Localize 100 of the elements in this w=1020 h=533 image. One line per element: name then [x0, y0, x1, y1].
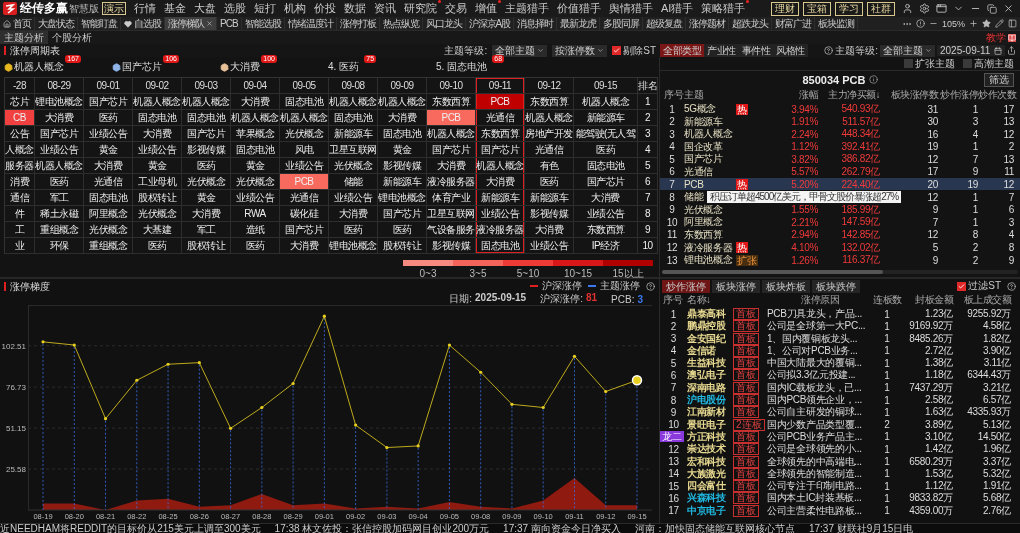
news-item[interactable]: 17:37 南向资金今日净买入 — [503, 522, 621, 533]
menu-item[interactable]: AI猎手 — [661, 1, 694, 16]
menu-item[interactable]: 资讯 — [374, 1, 396, 16]
stock-name[interactable]: 深南电路 — [687, 380, 726, 395]
column-header[interactable]: 08-29 — [35, 78, 84, 94]
top-button[interactable]: 宝箱 — [803, 1, 831, 16]
sub-tab[interactable]: 个股分析 — [48, 31, 96, 44]
tutorial-link[interactable]: 教学 — [986, 30, 1006, 45]
column-header[interactable]: 封板金额 — [901, 293, 953, 307]
menu-item[interactable]: 行情 — [134, 1, 156, 16]
type-tab[interactable]: 产业性 — [704, 44, 739, 57]
column-header[interactable]: 09-01 — [84, 78, 133, 94]
table-row[interactable]: 7 PCB 热 5.20% 224.40亿 20 19 12 — [660, 177, 1020, 191]
tab[interactable]: 涨停题材 — [686, 17, 730, 30]
tab[interactable]: 涨停打板 — [336, 17, 380, 30]
tab[interactable]: 风口龙头 — [422, 17, 466, 30]
tab[interactable]: 板块炸板 — [762, 279, 810, 293]
column-header[interactable]: -28 — [5, 78, 35, 94]
column-header[interactable]: 板上成交额 — [953, 293, 1011, 307]
tab[interactable]: PCB — [217, 17, 242, 30]
stock-name[interactable]: 澳弘电子 — [687, 368, 726, 383]
menu-item[interactable]: 主题猎手 — [505, 1, 549, 16]
date-field[interactable]: 2025-09-11 — [937, 45, 1005, 56]
table-row[interactable]: 2 新能源车 1.91% 511.57亿 30 3 13 — [660, 114, 1020, 128]
menu-item[interactable]: 舆情猎手 — [609, 1, 653, 16]
menu-item[interactable]: 策略猎手 — [701, 1, 746, 16]
tab[interactable]: 最新龙虎 — [557, 17, 601, 30]
menu-item[interactable]: 研究院 — [404, 1, 437, 16]
tab[interactable]: 消息择时 — [514, 17, 558, 30]
table-row[interactable]: 10 阿里概念 2.21% 147.59亿 7 1 3 — [660, 215, 1020, 228]
stock-name[interactable]: 金安国纪 — [687, 331, 726, 346]
table-row[interactable]: 12 液冷服务器 热 4.10% 132.02亿 5 2 8 — [660, 240, 1020, 254]
column-header[interactable]: 连板数 — [873, 293, 901, 307]
news-item[interactable]: 17:38 林文佐投：张信控股加码网目创业200万元 — [274, 522, 490, 533]
tab[interactable]: 涨停梯队 — [165, 17, 217, 30]
column-header[interactable]: 主力净买额↓ — [818, 88, 880, 102]
stock-name[interactable]: 宏和科技 — [687, 454, 726, 469]
menu-item[interactable]: 价值猎手 — [557, 1, 601, 16]
tab[interactable]: 板块跌停 — [812, 279, 860, 293]
top-button[interactable]: 理财 — [771, 1, 799, 16]
table-row[interactable]: 13 锂电池概念 扩张 1.26% 116.37亿 9 2 9 — [660, 253, 1020, 266]
type-tab[interactable]: 全部类型 — [660, 44, 704, 57]
level-select[interactable]: 全部主题 — [492, 44, 548, 57]
menu-item[interactable]: 交易 — [445, 1, 467, 16]
column-header[interactable]: 炒作涨停 — [938, 88, 978, 102]
column-header[interactable]: 09-03 — [182, 78, 231, 94]
stock-name[interactable]: 中京电子 — [687, 503, 726, 518]
top-button[interactable]: 学习 — [835, 1, 863, 16]
tab[interactable]: 热点纵览 — [379, 17, 423, 30]
sort-select[interactable]: 按涨停数 — [552, 44, 608, 57]
column-header[interactable]: 09-09 — [378, 78, 427, 94]
news-item[interactable]: 17:37 财联社9月15日电 — [808, 522, 914, 533]
stock-name[interactable]: 崇达技术 — [687, 442, 726, 457]
menu-item[interactable]: 机构 — [284, 1, 306, 16]
table-row[interactable]: 5 国产芯片 3.82% 386.82亿 12 7 13 — [660, 152, 1020, 165]
column-header[interactable]: 09-05 — [280, 78, 329, 94]
menu-item[interactable]: 增值 — [475, 1, 497, 16]
stock-name[interactable]: 方正科技 — [687, 429, 726, 444]
table-row[interactable]: 6 光通信 5.57% 262.79亿 17 9 11 — [660, 164, 1020, 178]
tab[interactable]: 超级复盘 — [643, 17, 687, 30]
column-header[interactable]: 板块涨停数 — [880, 88, 938, 102]
menu-item[interactable]: 数据 — [344, 1, 366, 16]
news-item[interactable]: 河南：加快固态储能互联网核心节点 — [634, 522, 795, 533]
table-row[interactable]: 4 国企改革 1.12% 392.41亿 19 1 2 — [660, 139, 1020, 153]
stock-name[interactable]: 景旺电子 — [687, 417, 726, 432]
tab[interactable]: 大盘状态 — [35, 17, 78, 30]
tab[interactable]: 沪深京A股 — [465, 17, 515, 30]
level-select[interactable]: 全部主题 — [880, 44, 935, 57]
tab[interactable]: 情绪温度计 — [284, 17, 337, 30]
column-header[interactable]: 09-11 — [476, 78, 525, 94]
filter-button[interactable]: 筛选 — [984, 73, 1014, 87]
menu-item[interactable]: 短打 — [254, 1, 276, 16]
table-row[interactable]: 1 5G概念 热 3.94% 540.93亿 31 1 17 — [660, 102, 1020, 115]
tab[interactable]: 超跌龙头 — [729, 17, 773, 30]
tab[interactable]: 智能盯盘 — [78, 17, 121, 30]
type-tab[interactable]: 事件性 — [738, 44, 773, 57]
column-header[interactable]: 09-04 — [231, 78, 280, 94]
stock-name[interactable]: 江南新材 — [687, 405, 726, 420]
column-header[interactable]: 09-10 — [427, 78, 476, 94]
type-tab[interactable]: 风格性 — [773, 44, 808, 57]
table-row[interactable]: 11 东数西算 2.94% 142.85亿 12 8 4 — [660, 227, 1020, 241]
table-row[interactable]: 3 机器人概念 2.24% 448.34亿 16 4 12 — [660, 127, 1020, 140]
column-header[interactable]: 涨幅 — [762, 88, 818, 102]
tab[interactable]: 板块监测 — [815, 17, 859, 30]
stock-name[interactable]: 大族激光 — [687, 466, 726, 481]
column-header[interactable]: 09-08 — [329, 78, 378, 94]
tab[interactable]: 多股同屏 — [600, 17, 644, 30]
stock-name[interactable]: 鹏鼎控股 — [687, 319, 726, 334]
tab[interactable]: 板块涨停 — [712, 279, 760, 293]
column-header[interactable]: 名称↓ — [687, 293, 733, 307]
tab[interactable]: 首页 — [0, 17, 35, 30]
tab[interactable]: 智能选股 — [241, 17, 285, 30]
tab[interactable]: 财富广进 — [772, 17, 816, 30]
stock-name[interactable]: 鼎泰高科 — [687, 307, 726, 321]
stock-name[interactable]: 金信诺 — [687, 343, 717, 358]
menu-item[interactable]: 大盘 — [194, 1, 216, 16]
column-header[interactable]: 09-02 — [133, 78, 182, 94]
column-header[interactable]: 09-15 — [574, 78, 638, 94]
table-row[interactable]: 9 光伏概念 1.55% 185.99亿 9 1 6 — [660, 202, 1020, 216]
stock-name[interactable]: 兴森科技 — [687, 491, 726, 506]
